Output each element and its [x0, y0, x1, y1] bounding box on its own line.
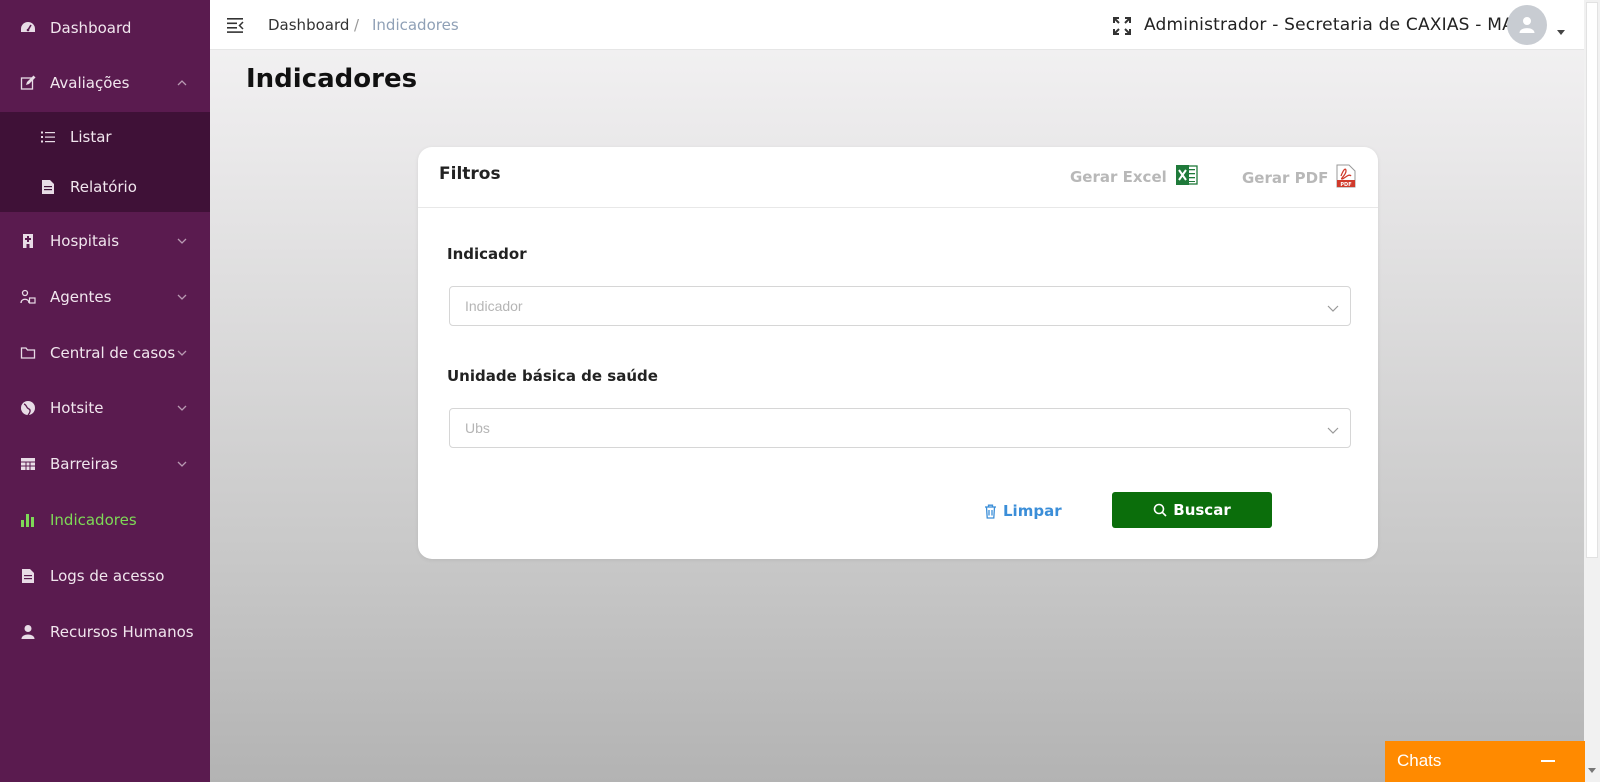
export-excel-label: Gerar Excel: [1070, 168, 1167, 186]
sidebar: Dashboard Avaliações Listar Relatório Ho…: [0, 0, 210, 782]
hospital-icon: [20, 233, 36, 249]
sidebar-item-recursos-humanos[interactable]: Recursos Humanos: [0, 612, 210, 652]
topbar: Dashboard / Indicadores Administrador - …: [210, 0, 1584, 50]
scrollbar-thumb[interactable]: [1586, 2, 1598, 558]
scroll-down-arrow-icon[interactable]: [1588, 768, 1596, 773]
user-name[interactable]: Administrador - Secretaria de CAXIAS - M…: [1144, 15, 1514, 35]
sidebar-subitem-relatorio[interactable]: Relatório: [0, 167, 210, 207]
export-pdf-button[interactable]: Gerar PDF PDF: [1242, 164, 1356, 192]
sidebar-item-label: Barreiras: [50, 455, 118, 473]
fullscreen-icon[interactable]: [1112, 16, 1132, 36]
chevron-down-icon: [176, 402, 188, 414]
sidebar-item-central-de-casos[interactable]: Central de casos: [0, 333, 210, 373]
avatar[interactable]: [1507, 5, 1547, 45]
edit-icon: [20, 75, 36, 91]
chevron-down-icon: [176, 291, 188, 303]
filters-card-header: Filtros Gerar Excel Gerar PDF PDF: [418, 147, 1378, 208]
breadcrumb-separator: /: [354, 16, 360, 34]
ubs-placeholder: Ubs: [465, 420, 490, 436]
submenu-avaliacoes: Listar Relatório: [0, 112, 210, 212]
chevron-down-icon: [1326, 300, 1340, 314]
minimize-icon[interactable]: [1541, 760, 1555, 762]
folder-icon: [20, 345, 36, 361]
sidebar-item-indicadores[interactable]: Indicadores: [0, 500, 210, 540]
dashboard-icon: [20, 20, 36, 36]
sidebar-item-agentes[interactable]: Agentes: [0, 277, 210, 317]
sidebar-item-label: Hospitais: [50, 232, 120, 250]
sidebar-item-label: Dashboard: [50, 19, 132, 37]
clear-label: Limpar: [1003, 502, 1062, 520]
chevron-down-icon: [176, 347, 188, 359]
list-icon: [40, 129, 56, 145]
sidebar-item-label: Indicadores: [50, 511, 137, 529]
page-title: Indicadores: [246, 64, 418, 94]
breadcrumb-current: Indicadores: [372, 16, 459, 34]
chevron-down-icon: [176, 235, 188, 247]
excel-file-icon: [1175, 164, 1199, 190]
sidebar-item-label: Hotsite: [50, 399, 104, 417]
clear-button[interactable]: Limpar: [984, 502, 1062, 520]
person-icon: [20, 624, 36, 640]
globe-icon: [20, 400, 36, 416]
user-icon: [1519, 17, 1535, 33]
breadcrumb-home[interactable]: Dashboard: [268, 16, 349, 34]
chats-label: Chats: [1397, 751, 1442, 770]
sidebar-item-dashboard[interactable]: Dashboard: [0, 8, 210, 48]
filters-card: Filtros Gerar Excel Gerar PDF PDF Indica…: [418, 147, 1378, 559]
chevron-down-icon: [1326, 422, 1340, 436]
vertical-scrollbar[interactable]: [1584, 0, 1600, 782]
user-menu-caret-icon[interactable]: [1557, 30, 1565, 35]
export-pdf-label: Gerar PDF: [1242, 169, 1329, 187]
chats-widget[interactable]: Chats: [1385, 741, 1585, 782]
sidebar-item-label: Agentes: [50, 288, 112, 306]
chevron-down-icon: [176, 458, 188, 470]
main-content: Dashboard / Indicadores Administrador - …: [210, 0, 1584, 782]
document-icon: [20, 568, 36, 584]
report-icon: [40, 179, 56, 195]
ubs-label: Unidade básica de saúde: [447, 367, 658, 385]
sidebar-item-label: Central de casos: [50, 344, 176, 362]
sidebar-subitem-listar[interactable]: Listar: [0, 117, 210, 157]
search-label: Buscar: [1173, 501, 1231, 519]
sidebar-item-label: Logs de acesso: [50, 567, 165, 585]
sidebar-item-logs-de-acesso[interactable]: Logs de acesso: [0, 556, 210, 596]
search-icon: [1153, 503, 1167, 517]
sidebar-item-hotsite[interactable]: Hotsite: [0, 388, 210, 428]
sidebar-subitem-label: Relatório: [70, 178, 137, 196]
export-excel-button[interactable]: Gerar Excel: [1070, 164, 1199, 190]
svg-text:PDF: PDF: [1341, 182, 1352, 188]
ubs-select[interactable]: Ubs: [449, 408, 1351, 448]
sidebar-item-barreiras[interactable]: Barreiras: [0, 444, 210, 484]
trash-icon: [984, 504, 997, 519]
sidebar-item-hospitais[interactable]: Hospitais: [0, 221, 210, 261]
card-title: Filtros: [439, 164, 501, 184]
chevron-up-icon: [176, 77, 188, 89]
sidebar-item-label: Recursos Humanos: [50, 623, 194, 641]
sidebar-item-avaliacoes[interactable]: Avaliações: [0, 63, 210, 103]
indicador-label: Indicador: [447, 245, 527, 263]
sidebar-subitem-label: Listar: [70, 128, 112, 146]
bar-chart-icon: [20, 512, 36, 528]
menu-toggle-icon[interactable]: [226, 16, 244, 34]
search-button[interactable]: Buscar: [1112, 492, 1272, 528]
indicador-placeholder: Indicador: [465, 298, 523, 314]
sidebar-item-label: Avaliações: [50, 74, 130, 92]
indicador-select[interactable]: Indicador: [449, 286, 1351, 326]
agents-icon: [20, 289, 36, 305]
table-icon: [20, 456, 36, 472]
pdf-file-icon: PDF: [1336, 164, 1356, 192]
